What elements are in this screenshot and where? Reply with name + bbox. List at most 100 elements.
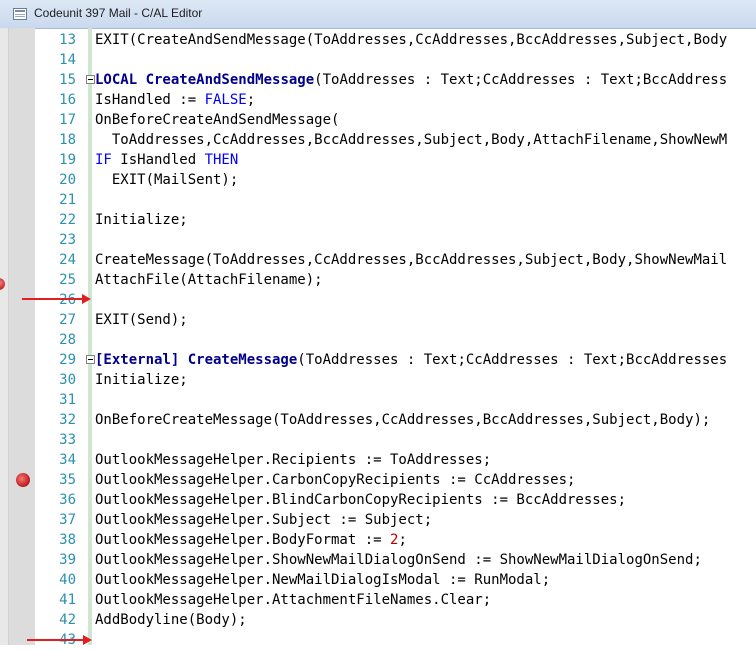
code-text: ; xyxy=(246,92,256,108)
code-text: OutlookMessageHelper.Subject := Subject; xyxy=(95,512,433,528)
code-text: Initialize; xyxy=(95,212,188,228)
window-title: Codeunit 397 Mail - C/AL Editor xyxy=(34,6,203,20)
line-number: 21 xyxy=(59,192,76,208)
line-number: 42 xyxy=(59,612,76,628)
code-line[interactable]: 29 [External] CreateMessage(ToAddresses … xyxy=(0,350,756,370)
code-line[interactable]: 19 IF IsHandled THEN xyxy=(0,150,756,170)
code-line[interactable]: 21 xyxy=(0,190,756,210)
code-line[interactable]: 38 OutlookMessageHelper.BodyFormat := 2; xyxy=(0,530,756,550)
code-line[interactable]: 28 xyxy=(0,330,756,350)
code-line[interactable]: 15 LOCAL CreateAndSendMessage(ToAddresse… xyxy=(0,70,756,90)
code-text: IsHandled xyxy=(111,152,205,168)
function-name: CreateAndSendMessage xyxy=(145,72,315,88)
code-line[interactable]: 39 OutlookMessageHelper.ShowNewMailDialo… xyxy=(0,550,756,570)
line-number: 34 xyxy=(59,452,76,468)
code-text: OnBeforeCreateMessage(ToAddresses,CcAddr… xyxy=(95,412,711,428)
line-number: 28 xyxy=(59,332,76,348)
code-line[interactable]: 27 EXIT(Send); xyxy=(0,310,756,330)
line-number: 27 xyxy=(59,312,76,328)
line-number: 26 xyxy=(59,292,76,308)
line-number: 25 xyxy=(59,272,76,288)
line-number: 24 xyxy=(59,252,76,268)
code-line[interactable]: 40 OutlookMessageHelper.NewMailDialogIsM… xyxy=(0,570,756,590)
code-line[interactable]: 42 AddBodyline(Body); xyxy=(0,610,756,630)
code-text: AddBodyline(Body); xyxy=(95,612,247,628)
code-text: OutlookMessageHelper.BodyFormat := xyxy=(95,532,391,548)
code-text: OutlookMessageHelper.BlindCarbonCopyReci… xyxy=(95,492,627,508)
attribute-external: [External] xyxy=(95,352,188,368)
code-line[interactable]: 22 Initialize; xyxy=(0,210,756,230)
code-text: Initialize; xyxy=(95,372,188,388)
code-text: OutlookMessageHelper.AttachmentFileNames… xyxy=(95,592,492,608)
code-text: (ToAddresses : Text;CcAddresses : Text;B… xyxy=(297,352,728,368)
code-line[interactable]: 24 CreateMessage(ToAddresses,CcAddresses… xyxy=(0,250,756,270)
code-line[interactable]: 23 xyxy=(0,230,756,250)
line-number: 35 xyxy=(59,472,76,488)
fold-toggle-icon[interactable] xyxy=(86,75,95,84)
code-line[interactable]: 35 OutlookMessageHelper.CarbonCopyRecipi… xyxy=(0,470,756,490)
annotation-arrow xyxy=(27,635,92,645)
function-name: CreateMessage xyxy=(187,352,298,368)
code-text: (ToAddresses : Text;CcAddresses : Text;B… xyxy=(314,72,728,88)
annotation-arrow xyxy=(22,294,91,304)
code-line[interactable]: 16 IsHandled := FALSE; xyxy=(0,90,756,110)
line-number: 20 xyxy=(59,172,76,188)
line-number: 37 xyxy=(59,512,76,528)
code-line[interactable]: 32 OnBeforeCreateMessage(ToAddresses,CcA… xyxy=(0,410,756,430)
code-line[interactable]: 20 EXIT(MailSent); xyxy=(0,170,756,190)
code-line[interactable]: 41 OutlookMessageHelper.AttachmentFileNa… xyxy=(0,590,756,610)
line-number: 32 xyxy=(59,412,76,428)
code-text: ToAddresses,CcAddresses,BccAddresses,Sub… xyxy=(95,132,728,148)
code-text: OutlookMessageHelper.ShowNewMailDialogOn… xyxy=(95,552,702,568)
line-number: 30 xyxy=(59,372,76,388)
line-number: 40 xyxy=(59,572,76,588)
line-number: 33 xyxy=(59,432,76,448)
code-line[interactable]: 31 xyxy=(0,390,756,410)
line-number: 39 xyxy=(59,552,76,568)
code-text: OutlookMessageHelper.CarbonCopyRecipient… xyxy=(95,472,576,488)
code-line[interactable]: 17 OnBeforeCreateAndSendMessage( xyxy=(0,110,756,130)
title-bar: Codeunit 397 Mail - C/AL Editor xyxy=(0,0,756,29)
code-line[interactable]: 26 xyxy=(0,290,756,310)
code-text: CreateMessage(ToAddresses,CcAddresses,Bc… xyxy=(95,252,728,268)
code-text: ; xyxy=(398,532,407,548)
line-number: 16 xyxy=(59,92,76,108)
keyword: THEN xyxy=(204,152,239,168)
code-line[interactable]: 34 OutlookMessageHelper.Recipients := To… xyxy=(0,450,756,470)
keyword: FALSE xyxy=(204,92,247,108)
fold-toggle-icon[interactable] xyxy=(86,355,95,364)
code-editor-icon xyxy=(13,8,27,20)
line-number: 18 xyxy=(59,132,76,148)
line-number: 41 xyxy=(59,592,76,608)
code-line[interactable]: 30 Initialize; xyxy=(0,370,756,390)
line-number: 22 xyxy=(59,212,76,228)
breakpoint-icon[interactable] xyxy=(16,473,30,487)
code-text: AttachFile(AttachFilename); xyxy=(95,272,323,288)
code-text: EXIT(MailSent); xyxy=(95,172,239,188)
code-text: OutlookMessageHelper.NewMailDialogIsModa… xyxy=(95,572,551,588)
line-number: 19 xyxy=(59,152,76,168)
code-line[interactable]: 33 xyxy=(0,430,756,450)
line-number: 29 xyxy=(59,352,76,368)
line-number: 14 xyxy=(59,52,76,68)
code-line[interactable]: 36 OutlookMessageHelper.BlindCarbonCopyR… xyxy=(0,490,756,510)
code-line[interactable]: 18 ToAddresses,CcAddresses,BccAddresses,… xyxy=(0,130,756,150)
code-line[interactable]: 13 EXIT(CreateAndSendMessage(ToAddresses… xyxy=(0,30,756,50)
code-line[interactable]: 43 xyxy=(0,630,756,650)
code-text: IsHandled := xyxy=(95,92,205,108)
code-text: EXIT(Send); xyxy=(95,312,188,328)
line-number: 23 xyxy=(59,232,76,248)
line-number: 15 xyxy=(59,72,76,88)
keyword: IF xyxy=(95,152,112,168)
line-number: 17 xyxy=(59,112,76,128)
keyword-local: LOCAL xyxy=(95,72,146,88)
code-line[interactable]: 25 AttachFile(AttachFilename); xyxy=(0,270,756,290)
line-number: 13 xyxy=(59,32,76,48)
line-number: 36 xyxy=(59,492,76,508)
code-text: EXIT(CreateAndSendMessage(ToAddresses,Cc… xyxy=(95,32,728,48)
code-line[interactable]: 14 xyxy=(0,50,756,70)
line-number: 31 xyxy=(59,392,76,408)
code-text: OnBeforeCreateAndSendMessage( xyxy=(95,112,340,128)
line-number: 38 xyxy=(59,532,76,548)
code-line[interactable]: 37 OutlookMessageHelper.Subject := Subje… xyxy=(0,510,756,530)
